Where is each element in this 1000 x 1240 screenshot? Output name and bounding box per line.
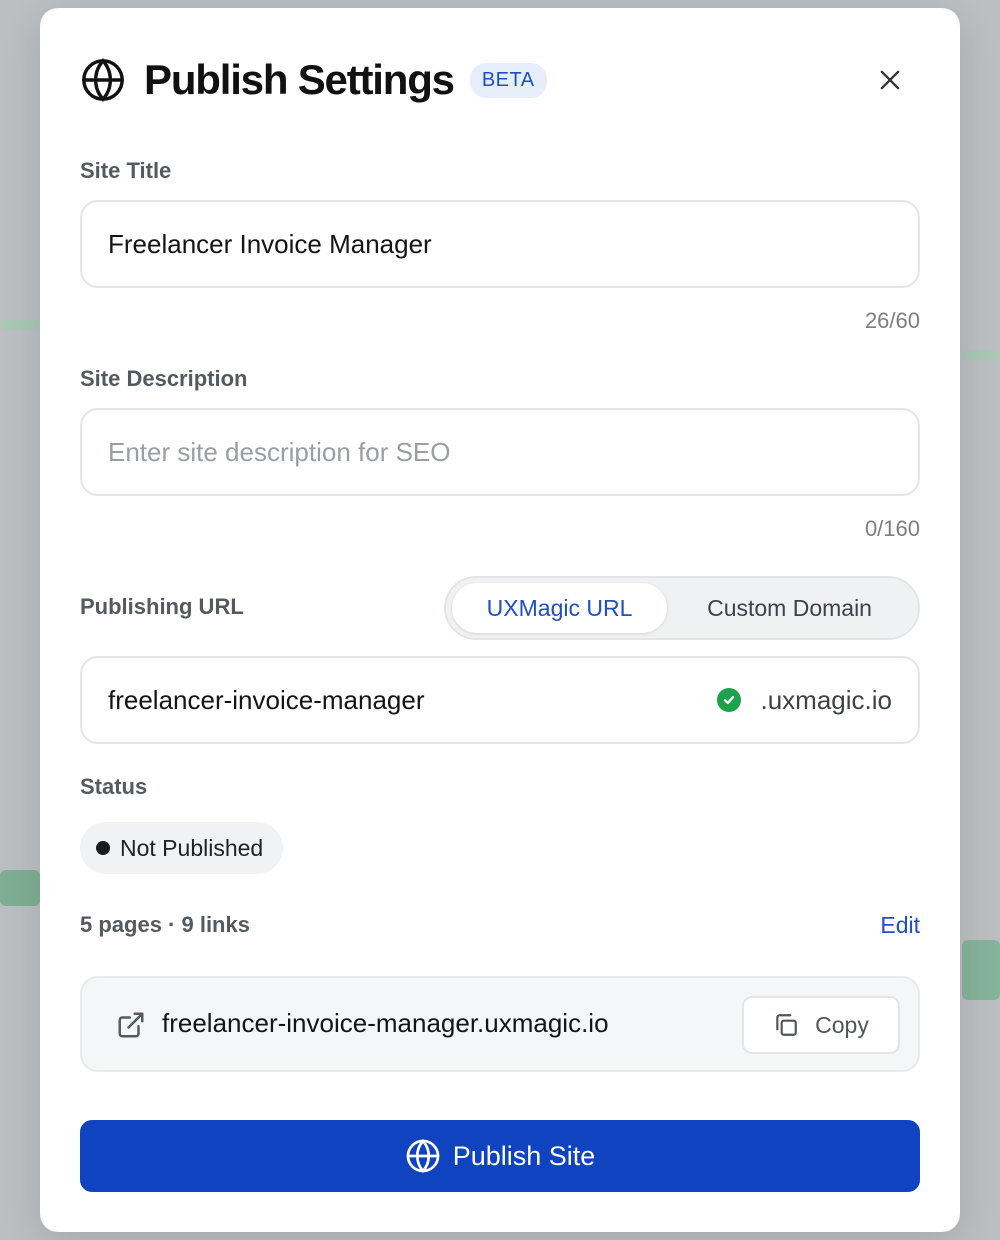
tab-custom-domain[interactable]: Custom Domain (667, 583, 912, 633)
pages-links-summary: 5 pages · 9 links (80, 912, 250, 937)
background-hint (962, 940, 1000, 1000)
url-suffix-group: .uxmagic.io (716, 684, 893, 716)
status-badge: Not Published (80, 822, 284, 874)
background-hint (962, 350, 1000, 360)
site-description-label: Site Description (80, 366, 248, 391)
close-icon[interactable] (876, 66, 904, 94)
background-hint (0, 320, 40, 330)
modal-title: Publish Settings (144, 56, 455, 103)
globe-icon (405, 1137, 443, 1175)
publish-site-button[interactable]: Publish Site (80, 1120, 920, 1192)
url-slug-input[interactable]: freelancer-invoice-manager .uxmagic.io (80, 656, 920, 744)
beta-badge: BETA (469, 62, 547, 98)
copy-button[interactable]: Copy (742, 996, 900, 1054)
domain-suffix: .uxmagic.io (760, 684, 893, 715)
status-value: Not Published (120, 834, 264, 861)
globe-icon (80, 56, 128, 104)
site-title-counter: 26/60 (864, 308, 920, 333)
tab-uxmagic-url[interactable]: UXMagic URL (452, 583, 668, 633)
copy-button-label: Copy (815, 1011, 869, 1038)
url-slug-value: freelancer-invoice-manager (108, 684, 425, 715)
check-circle-icon (716, 688, 741, 712)
background-hint (0, 870, 40, 906)
published-link-box: freelancer-invoice-manager.uxmagic.io Co… (80, 976, 920, 1072)
status-dot (96, 841, 110, 855)
publish-settings-modal: Publish Settings BETA Site Title Freelan… (40, 8, 960, 1232)
copy-icon (773, 1012, 799, 1038)
site-title-input[interactable]: Freelancer Invoice Manager (80, 200, 920, 288)
site-description-counter: 0/160 (864, 516, 920, 541)
site-title-label: Site Title (80, 158, 172, 183)
url-type-toggle: UXMagic URL Custom Domain (444, 576, 920, 640)
site-description-input[interactable]: Enter site description for SEO (80, 408, 920, 496)
edit-link[interactable]: Edit (880, 912, 920, 939)
status-label: Status (80, 774, 148, 799)
publish-site-label: Publish Site (452, 1140, 596, 1171)
external-link-icon[interactable] (116, 1010, 146, 1040)
published-url[interactable]: freelancer-invoice-manager.uxmagic.io (162, 1008, 609, 1039)
modal-header: Publish Settings BETA (80, 48, 547, 112)
publishing-url-label: Publishing URL (80, 594, 244, 619)
